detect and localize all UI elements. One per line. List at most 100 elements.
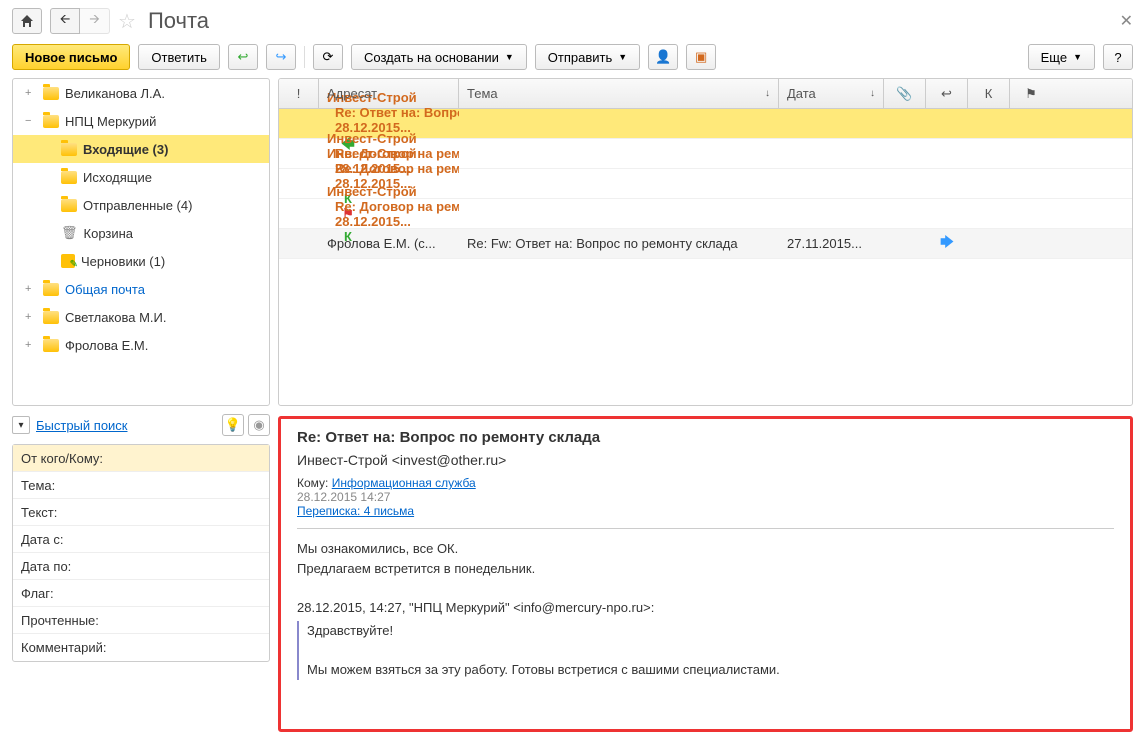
col-date[interactable]: Дата↓ xyxy=(779,79,884,108)
tree-label: Отправленные (4) xyxy=(83,198,192,213)
tree-item[interactable]: Отправленные (4) xyxy=(13,191,269,219)
create-based-button[interactable]: Создать на основании▼ xyxy=(351,44,527,70)
tree-label[interactable]: Общая почта xyxy=(65,282,145,297)
preview-body: Мы ознакомились, все ОК. Предлагаем встр… xyxy=(297,539,1114,680)
tree-item[interactable]: Исходящие xyxy=(13,163,269,191)
close-button[interactable]: ✕ xyxy=(1120,11,1133,31)
tree-label: Светлакова М.И. xyxy=(65,310,167,325)
more-button[interactable]: Еще▼ xyxy=(1028,44,1095,70)
new-mail-button[interactable]: Новое письмо xyxy=(12,44,130,70)
globe-icon-button[interactable]: ◉ xyxy=(248,414,270,436)
col-addressee[interactable]: Адресат xyxy=(319,79,459,108)
filter-row[interactable]: Дата по: xyxy=(13,553,269,580)
preview-datetime: 28.12.2015 14:27 xyxy=(297,490,390,504)
filter-row[interactable]: Прочтенные: xyxy=(13,607,269,634)
filter-row[interactable]: Текст: xyxy=(13,499,269,526)
cell-addressee: Фролова Е.М. (с... xyxy=(319,236,459,251)
address-book-button[interactable]: ▣ xyxy=(686,44,716,70)
preview-scroll[interactable]: Re: Ответ на: Вопрос по ремонту склада И… xyxy=(283,421,1128,727)
expand-icon[interactable]: − xyxy=(25,115,37,127)
to-label: Кому: xyxy=(297,476,328,490)
globe-icon: ◉ xyxy=(253,417,264,433)
cell-subject: Re: Договор на ремонт складского помеще.… xyxy=(327,199,459,214)
filter-row[interactable]: Дата с: xyxy=(13,526,269,553)
caret-icon: ▼ xyxy=(505,52,514,62)
filter-row[interactable]: Флаг: xyxy=(13,580,269,607)
forward-out-icon: 🡆 xyxy=(940,234,953,249)
tree-item[interactable]: − НПЦ Меркурий xyxy=(13,107,269,135)
tree-item[interactable]: Входящие (3) xyxy=(13,135,269,163)
home-button[interactable] xyxy=(12,8,42,34)
page-title: Почта xyxy=(148,8,209,34)
quick-search-row: ▾ Быстрый поиск 💡 ◉ xyxy=(12,410,270,440)
tree-label: Корзина xyxy=(84,226,134,241)
expand-icon[interactable]: + xyxy=(25,283,37,295)
mail-grid: ! Адресат Тема↓ Дата↓ 📎 ↩ К ⚑ Инвест-Стр… xyxy=(278,78,1133,406)
divider xyxy=(304,46,305,68)
folder-icon xyxy=(43,115,59,128)
col-direction[interactable]: ↩ xyxy=(926,79,968,108)
book-icon: ▣ xyxy=(695,49,707,65)
col-subject[interactable]: Тема↓ xyxy=(459,79,779,108)
tree-item[interactable]: 🗑Корзина xyxy=(13,219,269,247)
cell-addressee: Инвест-Строй Re: Договор на ремонт склад… xyxy=(319,184,459,244)
col-priority[interactable]: ! xyxy=(279,79,319,108)
forward-button: 🡪 xyxy=(80,8,110,34)
tree-item[interactable]: + Фролова Е.М. xyxy=(13,331,269,359)
expand-icon[interactable]: + xyxy=(25,339,37,351)
reply-button[interactable]: Ответить xyxy=(138,44,220,70)
filter-row[interactable]: Тема: xyxy=(13,472,269,499)
tree-label: Фролова Е.М. xyxy=(65,338,148,353)
filter-row[interactable]: Комментарий: xyxy=(13,634,269,661)
folder-icon xyxy=(43,87,59,100)
reply-all-button[interactable]: ↩ xyxy=(228,44,258,70)
draft-icon xyxy=(61,254,75,268)
refresh-button[interactable]: ⟳ xyxy=(313,44,343,70)
forward-mail-button[interactable]: ↪ xyxy=(266,44,296,70)
tree-item[interactable]: +Великанова Л.А. xyxy=(13,79,269,107)
flag-icon: ⚑ xyxy=(1025,86,1037,102)
col-k[interactable]: К xyxy=(968,79,1010,108)
tree-label: Исходящие xyxy=(83,170,152,185)
bulb-icon-button[interactable]: 💡 xyxy=(222,414,244,436)
help-button[interactable]: ? xyxy=(1103,44,1133,70)
filter-panel: От кого/Кому:Тема:Текст:Дата с:Дата по:Ф… xyxy=(12,444,270,662)
arrow-left-icon: 🡨 xyxy=(60,10,71,32)
col-attach[interactable]: 📎 xyxy=(884,79,926,108)
folder-icon xyxy=(43,283,59,296)
favorite-star-icon[interactable]: ☆ xyxy=(118,9,136,34)
col-flag[interactable]: ⚑ xyxy=(1010,79,1052,108)
preview-subject: Re: Ответ на: Вопрос по ремонту склада xyxy=(297,429,1114,446)
quick-search-toggle[interactable]: ▾ xyxy=(12,416,30,434)
thread-link[interactable]: Переписка: 4 письма xyxy=(297,504,414,518)
folder-icon xyxy=(43,311,59,324)
forward-icon: ↪ xyxy=(276,49,287,65)
folder-tree: +Великанова Л.А. − НПЦ Меркурий Входящие (3… xyxy=(12,78,270,406)
expand-icon[interactable]: + xyxy=(25,311,37,323)
tree-label: Черновики (1) xyxy=(81,254,165,269)
expand-icon[interactable]: + xyxy=(25,87,37,99)
back-button[interactable]: 🡨 xyxy=(50,8,80,34)
contact-button[interactable]: 👤 xyxy=(648,44,678,70)
refresh-icon: ⟳ xyxy=(323,49,334,65)
tree-label: Входящие (3) xyxy=(83,142,168,157)
reply-all-icon: ↩ xyxy=(238,49,249,65)
to-link[interactable]: Информационная служба xyxy=(332,476,476,490)
mail-row[interactable]: Инвест-Строй Re: Договор на ремонт склад… xyxy=(279,199,1132,229)
cell-subject: Re: Договор на ремонт складского помеще.… xyxy=(327,161,459,176)
send-button[interactable]: Отправить▼ xyxy=(535,44,640,70)
arrow-right-icon: 🡪 xyxy=(89,10,100,32)
tree-label: НПЦ Меркурий xyxy=(65,114,156,129)
paperclip-icon: 📎 xyxy=(896,86,912,102)
tree-item[interactable]: + Общая почта xyxy=(13,275,269,303)
quick-search-link[interactable]: Быстрый поиск xyxy=(36,418,128,433)
sort-icon: ↓ xyxy=(870,88,875,99)
tree-item[interactable]: + Светлакова М.И. xyxy=(13,303,269,331)
folder-icon xyxy=(43,339,59,352)
tree-item[interactable]: Черновики (1) xyxy=(13,247,269,275)
divider xyxy=(297,528,1114,529)
filter-row[interactable]: От кого/Кому: xyxy=(13,445,269,472)
grid-header: ! Адресат Тема↓ Дата↓ 📎 ↩ К ⚑ xyxy=(279,79,1132,109)
preview-from: Инвест-Строй <invest@other.ru> xyxy=(297,452,1114,468)
caret-icon: ▼ xyxy=(618,52,627,62)
